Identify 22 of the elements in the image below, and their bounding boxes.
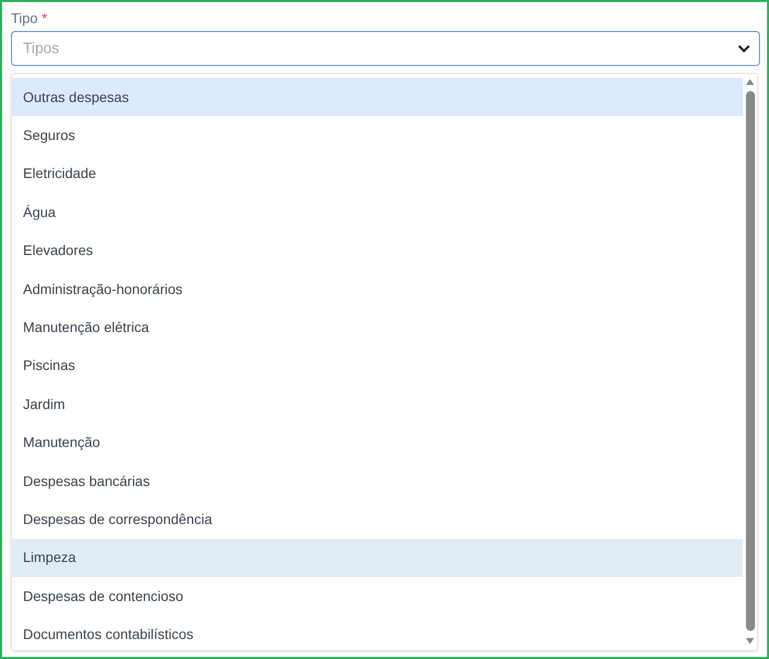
dropdown-option[interactable]: Eletricidade — [12, 154, 743, 194]
select-field[interactable]: Tipos — [11, 31, 760, 66]
dropdown-option[interactable]: Manutenção — [12, 424, 743, 462]
dropdown-option[interactable]: Documentos contabilísticos — [12, 615, 743, 654]
dropdown-option[interactable]: Despesas de contencioso — [12, 577, 743, 616]
dropdown-option[interactable]: Administração-honorários — [12, 270, 743, 308]
field-label: Tipo — [11, 8, 38, 28]
chevron-down-icon — [737, 44, 751, 54]
scrollbar-thumb[interactable] — [746, 91, 754, 631]
dropdown-option[interactable]: Jardim — [12, 385, 743, 424]
dropdown-option[interactable]: Seguros — [12, 116, 743, 155]
dropdown-option[interactable]: Despesas de correspondência — [12, 500, 743, 539]
dropdown-option[interactable]: Piscinas — [12, 346, 743, 386]
dropdown-option[interactable]: Manutenção elétrica — [12, 308, 743, 347]
dropdown-option[interactable]: Limpeza — [12, 538, 743, 578]
dropdown-option[interactable]: Água — [12, 193, 743, 232]
dropdown-option[interactable]: Outras despesas — [12, 78, 743, 116]
dropdown-option[interactable]: Elevadores — [12, 232, 743, 270]
required-mark: * — [42, 8, 48, 28]
scroll-up-icon[interactable] — [745, 78, 755, 86]
scroll-down-icon[interactable] — [745, 637, 755, 645]
dropdown-option[interactable]: Despesas bancárias — [12, 462, 743, 500]
